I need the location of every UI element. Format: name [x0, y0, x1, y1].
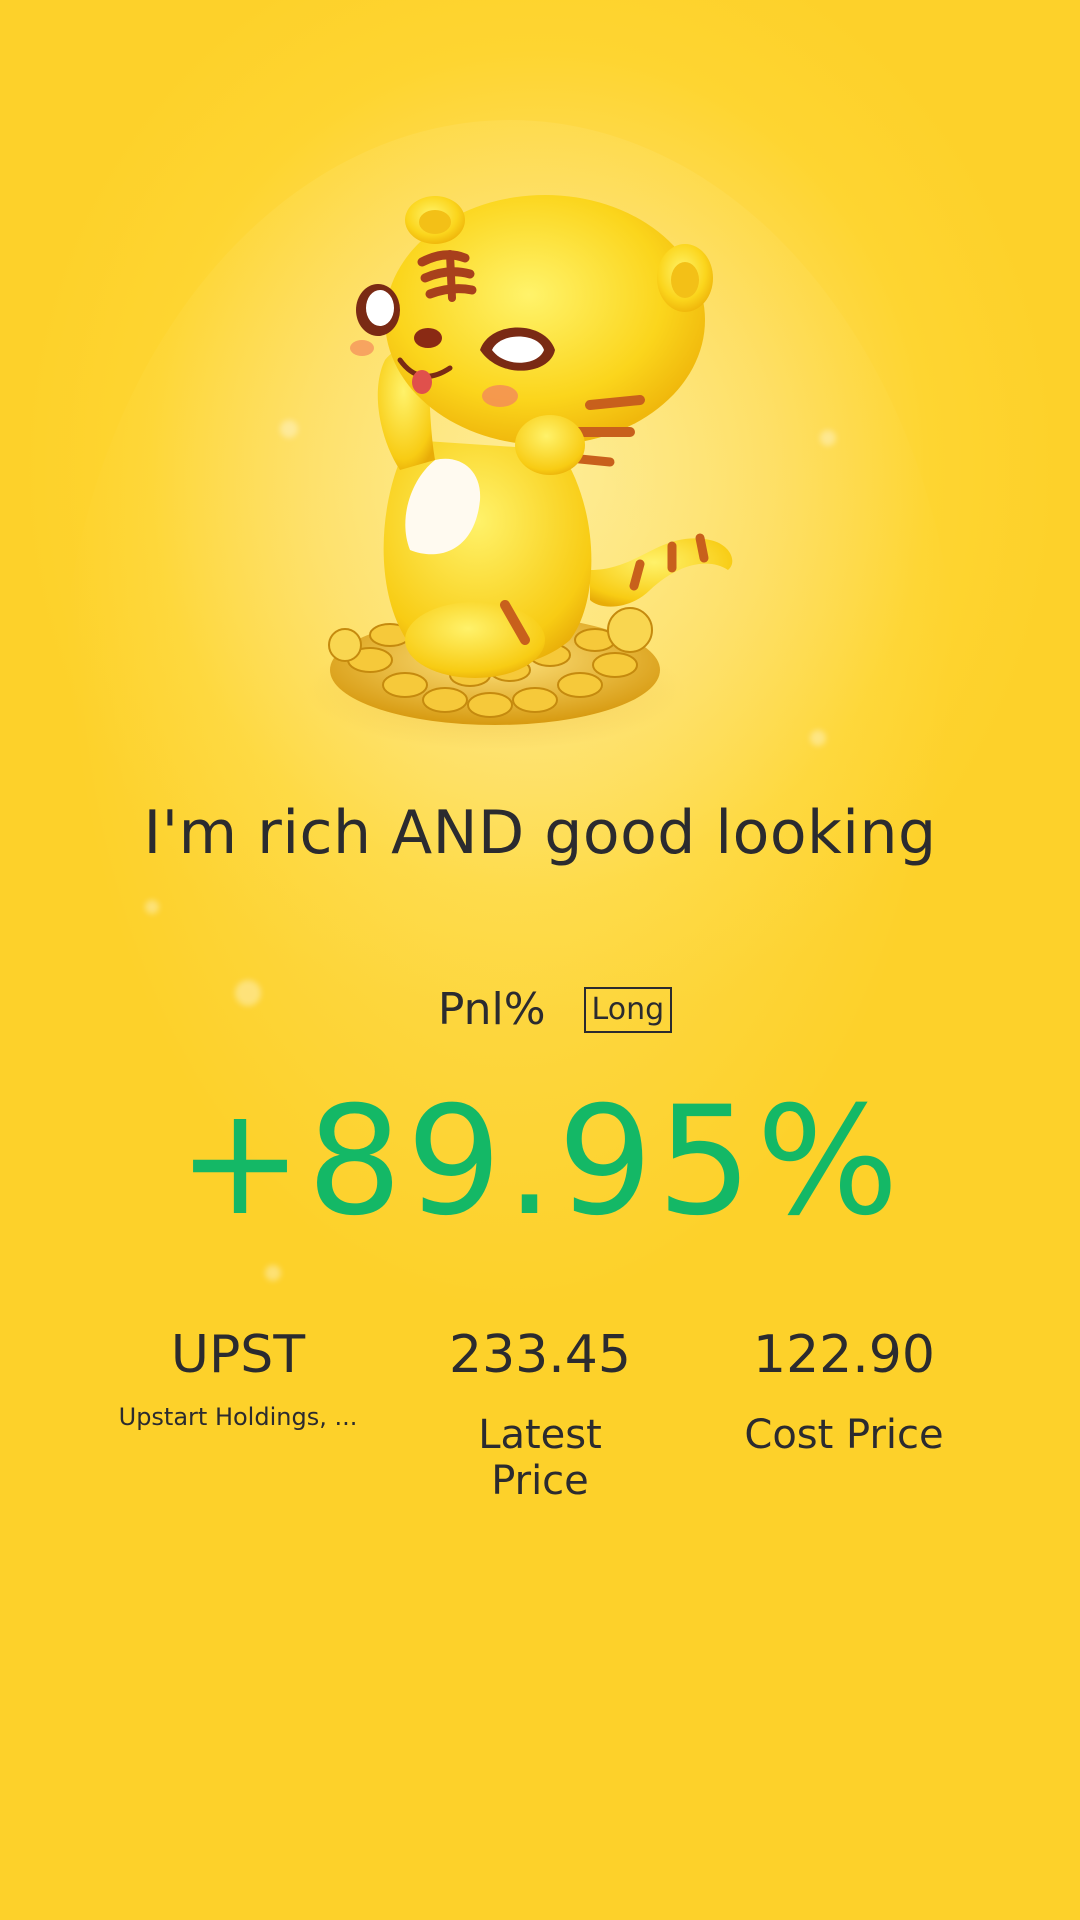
- sparkle: [820, 430, 836, 446]
- cost-price-value: 122.90: [753, 1325, 935, 1385]
- direction-badge: Long: [583, 986, 673, 1033]
- pnl-value: +89.95%: [177, 1075, 903, 1249]
- latest-price-value: 233.45: [449, 1325, 631, 1385]
- cost-price-stat: 122.90 Cost Price: [694, 1320, 994, 1458]
- headline: I'm rich AND good looking: [143, 798, 937, 868]
- sparkle: [280, 420, 298, 438]
- sparkle: [265, 1265, 281, 1281]
- tiger-mascot-icon: [300, 170, 780, 750]
- pnl-label: Pnl%: [437, 984, 546, 1035]
- company-name: Upstart Holdings, ...: [118, 1403, 358, 1431]
- pnl-row: Pnl% Long: [0, 984, 1080, 1035]
- ticker: UPST: [170, 1325, 306, 1385]
- ticker-stat: UPST Upstart Holdings, ...: [88, 1320, 388, 1434]
- sparkle: [810, 730, 826, 746]
- latest-price-stat: 233.45 Latest Price: [390, 1320, 690, 1504]
- cost-price-label: Cost Price: [744, 1412, 944, 1458]
- latest-price-label: Latest Price: [478, 1412, 602, 1504]
- sparkle: [145, 900, 159, 914]
